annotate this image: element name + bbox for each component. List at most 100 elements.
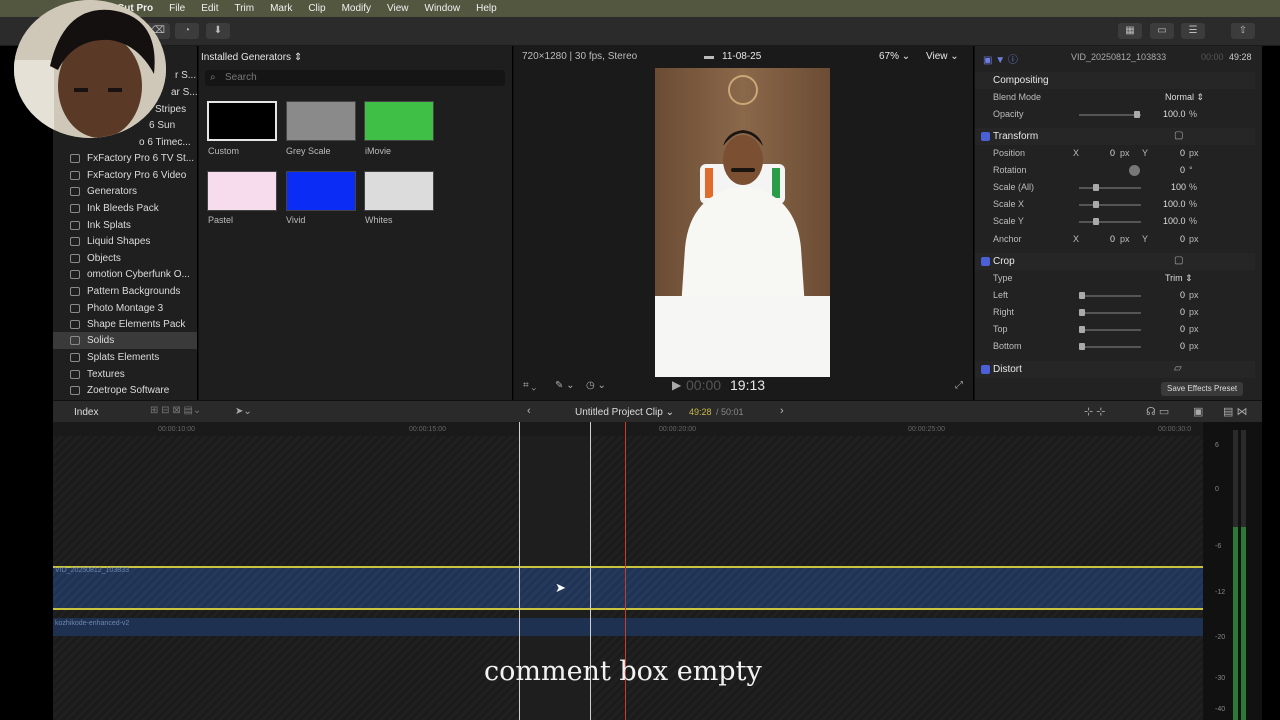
generator-tile-whites[interactable] [364, 171, 434, 211]
sidebar-item-shape-elements[interactable]: Shape Elements Pack [53, 316, 197, 333]
distort-onscreen-icon[interactable]: ▱ [1174, 363, 1182, 374]
sidebar-item-solids[interactable]: Solids [53, 332, 197, 349]
select-tool-icon[interactable]: ➤⌄ [235, 406, 252, 417]
scale-y-slider[interactable] [1079, 218, 1141, 225]
position-x-value[interactable]: 0 [1110, 148, 1115, 158]
zoom-level[interactable]: 67% ⌄ [879, 51, 910, 62]
view-menu[interactable]: View ⌄ [926, 51, 959, 62]
play-button-icon[interactable]: ▶ [672, 378, 681, 392]
share-icon[interactable]: ⇧ [1231, 23, 1255, 39]
scale-y-value[interactable]: 100.0 [1163, 216, 1186, 226]
sidebar-item-objects[interactable]: Objects [53, 250, 197, 267]
browser-view-icon[interactable]: ▦ [1118, 23, 1142, 39]
slider-knob[interactable] [1079, 343, 1085, 350]
timeline-back-icon[interactable]: ‹ [527, 405, 531, 417]
sidebar-item-textures[interactable]: Textures [53, 366, 197, 383]
save-effects-preset-button[interactable]: Save Effects Preset [1161, 382, 1244, 396]
anchor-y-value[interactable]: 0 [1180, 234, 1185, 244]
scale-all-slider[interactable] [1079, 184, 1141, 191]
slider-knob[interactable] [1079, 292, 1085, 299]
project-name[interactable]: Untitled Project Clip ⌄ [575, 407, 674, 418]
slider-knob[interactable] [1134, 111, 1140, 118]
enhance-tool-icon[interactable]: ✎ ⌄ [555, 380, 575, 391]
menu-window[interactable]: Window [425, 3, 461, 14]
crop-onscreen-icon[interactable]: ▢ [1174, 255, 1183, 266]
crop-type-select[interactable]: Trim ⇕ [1165, 273, 1193, 284]
transform-onscreen-icon[interactable]: ▢ [1174, 130, 1183, 141]
distort-checkbox[interactable] [981, 365, 990, 374]
audio-clip[interactable]: kozhikode-enhanced-v2 [53, 618, 1203, 636]
generator-tile-custom[interactable] [207, 101, 277, 141]
sidebar-item-generators[interactable]: Generators [53, 183, 197, 200]
import-icon[interactable]: ⬇ [206, 23, 230, 39]
slider-knob[interactable] [1079, 326, 1085, 333]
anchor-x-value[interactable]: 0 [1110, 234, 1115, 244]
inspector-toggle-icon[interactable]: ☰ [1181, 23, 1205, 39]
crop-section[interactable]: Crop ▢ [975, 253, 1255, 270]
timeline-view-icon[interactable]: ▭ [1150, 23, 1174, 39]
transform-checkbox[interactable] [981, 132, 990, 141]
slider-knob[interactable] [1079, 309, 1085, 316]
menu-mark[interactable]: Mark [270, 3, 292, 14]
menu-clip[interactable]: Clip [308, 3, 325, 14]
compositing-section[interactable]: Compositing [975, 72, 1255, 89]
menu-modify[interactable]: Modify [342, 3, 371, 14]
background-tasks-icon[interactable]: ◔ [175, 23, 199, 39]
sidebar-item-zoetrope[interactable]: Zoetrope Software [53, 382, 197, 399]
blend-mode-select[interactable]: Normal ⇕ [1165, 92, 1204, 103]
edit-buttons-icon[interactable]: ⊞ ⊟ ⊠ ▤⌄ [150, 405, 201, 416]
crop-bottom-slider[interactable] [1079, 343, 1141, 350]
slider-knob[interactable] [1093, 218, 1099, 225]
timeline-forward-icon[interactable]: › [780, 405, 784, 417]
clip-appearance-icon[interactable]: ▣ [1193, 405, 1203, 418]
generator-tile-grey-scale[interactable] [286, 101, 356, 141]
video-clip[interactable]: VID_20250812_103833 [53, 566, 1203, 610]
sidebar-item-fxfactory-video[interactable]: FxFactory Pro 6 Video [53, 167, 197, 184]
scale-all-value[interactable]: 100 [1171, 182, 1186, 192]
crop-right-slider[interactable] [1079, 309, 1141, 316]
menu-trim[interactable]: Trim [234, 3, 254, 14]
crop-top-slider[interactable] [1079, 326, 1141, 333]
slider-knob[interactable] [1093, 184, 1099, 191]
sidebar-item-ink-splats[interactable]: Ink Splats [53, 217, 197, 234]
menu-help[interactable]: Help [476, 3, 497, 14]
search-input[interactable]: ⌕ Search [205, 70, 505, 86]
timecode-display[interactable]: 19:13 [730, 377, 765, 393]
position-y-value[interactable]: 0 [1180, 148, 1185, 158]
scale-x-value[interactable]: 100.0 [1163, 199, 1186, 209]
crop-top-value[interactable]: 0 [1180, 324, 1185, 334]
sidebar-item-liquid-shapes[interactable]: Liquid Shapes [53, 233, 197, 250]
zoom-buttons-icon[interactable]: ⊹ ⊹ [1084, 405, 1106, 418]
opacity-value[interactable]: 100.0 [1163, 109, 1186, 119]
slider-knob[interactable] [1093, 201, 1099, 208]
rotation-dial[interactable] [1129, 165, 1140, 176]
index-button[interactable]: Index [74, 407, 98, 418]
crop-bottom-value[interactable]: 0 [1180, 341, 1185, 351]
speed-tool-icon[interactable]: ◷ ⌄ [586, 380, 606, 391]
video-inspector-icon[interactable]: ▣ ▼ ⓘ [983, 51, 1018, 66]
menu-view[interactable]: View [387, 3, 409, 14]
fullscreen-icon[interactable]: ⤢ [955, 380, 963, 391]
sidebar-item-ink-bleeds[interactable]: Ink Bleeds Pack [53, 200, 197, 217]
sidebar-item-fxfactory-tv[interactable]: FxFactory Pro 6 TV St... [53, 150, 197, 167]
effects-browser-icon[interactable]: ▤ ⋈ [1223, 405, 1247, 418]
generator-tile-imovie[interactable] [364, 101, 434, 141]
generator-tile-pastel[interactable] [207, 171, 277, 211]
scale-x-slider[interactable] [1079, 201, 1141, 208]
generators-header[interactable]: Installed Generators ⇕ [201, 52, 302, 63]
crop-left-value[interactable]: 0 [1180, 290, 1185, 300]
sidebar-item-photo-montage[interactable]: Photo Montage 3 [53, 300, 197, 317]
crop-right-value[interactable]: 0 [1180, 307, 1185, 317]
generator-tile-vivid[interactable] [286, 171, 356, 211]
menu-edit[interactable]: Edit [201, 3, 218, 14]
opacity-slider[interactable] [1079, 111, 1141, 118]
transform-section[interactable]: Transform ▢ [975, 128, 1255, 145]
sidebar-item-cyberfunk[interactable]: omotion Cyberfunk O... [53, 266, 197, 283]
sidebar-item-splats-elements[interactable]: Splats Elements [53, 349, 197, 366]
rotation-value[interactable]: 0 [1180, 165, 1185, 175]
distort-section[interactable]: Distort ▱ [975, 361, 1255, 378]
timeline-ruler[interactable]: 00:00:10:00 00:00:15:00 00:00:20:00 00:0… [53, 422, 1203, 436]
menu-file[interactable]: File [169, 3, 185, 14]
crop-left-slider[interactable] [1079, 292, 1141, 299]
crop-checkbox[interactable] [981, 257, 990, 266]
